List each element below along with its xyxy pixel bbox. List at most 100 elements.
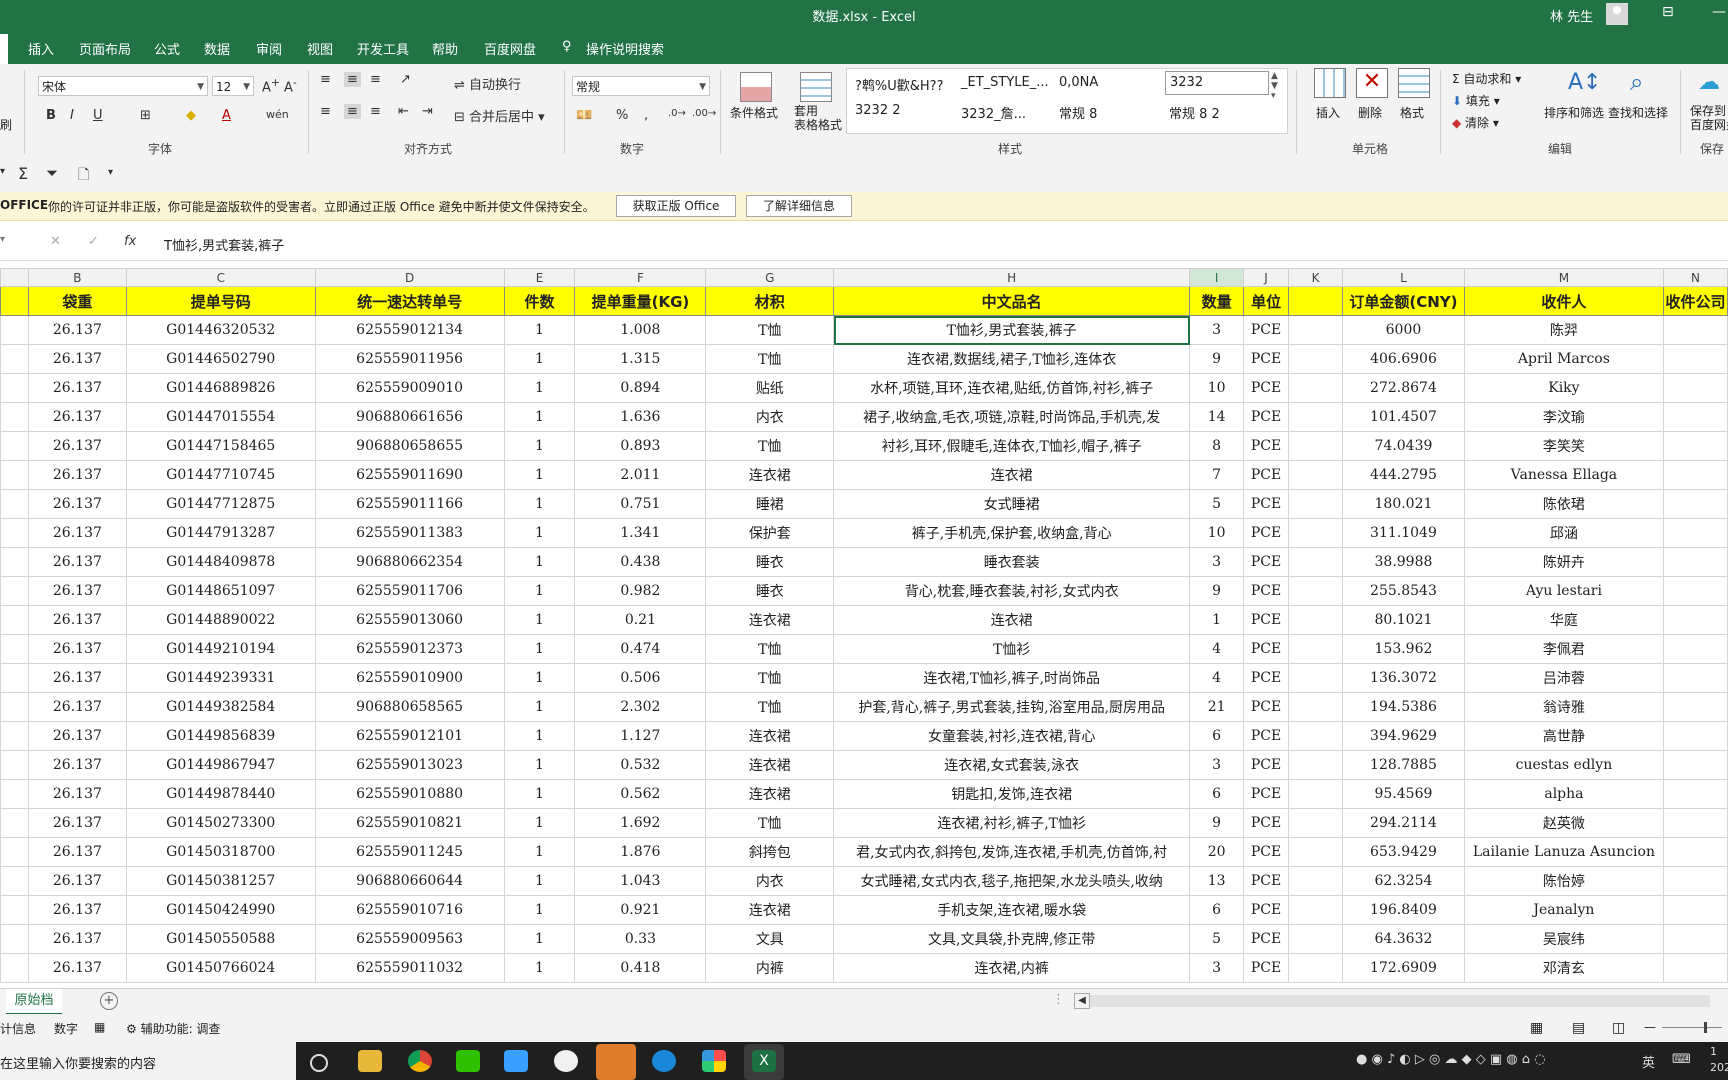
cell[interactable] <box>1288 315 1343 345</box>
cell[interactable]: PCE <box>1243 808 1290 838</box>
cell[interactable]: 1 <box>503 924 576 954</box>
cell[interactable]: G01449878440 <box>125 779 316 809</box>
cell[interactable]: 6 <box>1189 779 1245 809</box>
row-edge-cell[interactable] <box>0 547 29 577</box>
cell[interactable]: 1 <box>503 721 576 751</box>
autosum-button[interactable]: Σ 自动求和 ▾ <box>1452 70 1521 87</box>
cell[interactable]: G01449856839 <box>125 721 316 751</box>
cell[interactable]: PCE <box>1243 663 1290 693</box>
cell[interactable]: 连衣裙 <box>705 721 835 751</box>
orange-app-icon[interactable] <box>596 1044 636 1080</box>
cell[interactable] <box>1288 721 1343 751</box>
cell[interactable]: 1 <box>503 402 576 432</box>
cell[interactable]: 26.137 <box>27 460 127 490</box>
cell[interactable]: 625559010716 <box>314 895 505 925</box>
tray-icons[interactable]: ● ◉ ♪ ◐ ▷ ◎ ☁ ◆ ◇ ▣ ◍ ⌂ ◌ <box>1356 1052 1545 1067</box>
cell[interactable]: 连衣裙,内裤 <box>833 953 1191 983</box>
cell[interactable]: 38.9988 <box>1341 547 1465 577</box>
cell[interactable]: 95.4569 <box>1341 779 1465 809</box>
cell[interactable]: 吕沛蓉 <box>1463 663 1664 693</box>
column-header[interactable]: F <box>574 268 707 287</box>
cell[interactable]: 26.137 <box>27 518 127 548</box>
cell[interactable]: 内衣 <box>705 402 835 432</box>
cell[interactable] <box>1288 779 1343 809</box>
cell[interactable] <box>1288 663 1343 693</box>
font-name-select[interactable]: 宋体 ▼ <box>38 76 208 96</box>
row-edge-cell[interactable] <box>0 634 29 664</box>
cell[interactable]: G01446889826 <box>125 373 316 403</box>
column-header[interactable]: D <box>314 268 505 287</box>
cell[interactable]: 64.3632 <box>1341 924 1465 954</box>
spreadsheet-grid[interactable]: B C D E F G H I J K L M N 袋重 提单号码 统一速达转单号 件数 提单重量(KG) 材积 中文… <box>0 268 1728 988</box>
cell[interactable]: 26.137 <box>27 431 127 461</box>
task-view-icon[interactable] <box>310 1054 328 1072</box>
cell[interactable]: April Marcos <box>1463 344 1664 374</box>
cell[interactable]: PCE <box>1243 605 1290 635</box>
format-cells-label[interactable]: 格式 <box>1400 104 1424 121</box>
cell[interactable] <box>1288 576 1343 606</box>
cell[interactable] <box>1662 924 1728 954</box>
cell[interactable]: 3 <box>1189 953 1245 983</box>
row-edge-cell[interactable] <box>0 808 29 838</box>
horizontal-scrollbar[interactable] <box>1090 995 1710 1007</box>
macro-record-icon[interactable]: ▦ <box>94 1020 105 1034</box>
cell[interactable]: 1.008 <box>574 315 707 345</box>
cell[interactable]: G01446502790 <box>125 344 316 374</box>
get-genuine-button[interactable]: 获取正版 Office <box>616 195 736 217</box>
cell[interactable]: 26.137 <box>27 489 127 519</box>
wrap-text-button[interactable]: ⇌ 自动换行 <box>454 74 521 93</box>
cell[interactable]: 444.2795 <box>1341 460 1465 490</box>
cell[interactable]: 李笑笑 <box>1463 431 1664 461</box>
cell[interactable]: 贴纸 <box>705 373 835 403</box>
cell[interactable]: 625559011706 <box>314 576 505 606</box>
cell[interactable] <box>1288 692 1343 722</box>
header-cell[interactable]: 提单重量(KG) <box>574 286 707 316</box>
cell[interactable] <box>1662 576 1728 606</box>
increase-decimal-icon[interactable]: .0→ <box>668 108 686 119</box>
cell[interactable]: PCE <box>1243 692 1290 722</box>
row-edge-cell[interactable] <box>0 953 29 983</box>
cell[interactable]: 1 <box>503 750 576 780</box>
cell[interactable]: PCE <box>1243 489 1290 519</box>
cell[interactable] <box>1288 866 1343 896</box>
cell[interactable]: 华庭 <box>1463 605 1664 635</box>
page-break-view-icon[interactable]: ◫ <box>1612 1020 1625 1036</box>
cell[interactable]: 26.137 <box>27 808 127 838</box>
row-edge-cell[interactable] <box>0 402 29 432</box>
cell[interactable]: 6000 <box>1341 315 1465 345</box>
cell[interactable]: 高世静 <box>1463 721 1664 751</box>
cell[interactable]: T恤 <box>705 663 835 693</box>
qq-icon[interactable] <box>554 1050 578 1072</box>
cell[interactable]: PCE <box>1243 953 1290 983</box>
cell[interactable]: 406.6906 <box>1341 344 1465 374</box>
cell[interactable]: 连衣裙 <box>705 779 835 809</box>
cell[interactable] <box>1662 953 1728 983</box>
column-header[interactable]: K <box>1288 268 1343 287</box>
tab-home-edge[interactable] <box>0 34 8 64</box>
cell[interactable]: 26.137 <box>27 953 127 983</box>
file-explorer-icon[interactable] <box>358 1050 382 1072</box>
cell[interactable]: 26.137 <box>27 663 127 693</box>
tab-insert[interactable]: 插入 <box>28 39 54 58</box>
cell[interactable]: 连衣裙 <box>705 460 835 490</box>
cell[interactable]: 9 <box>1189 344 1245 374</box>
italic-button[interactable]: I <box>70 108 74 123</box>
style-item[interactable]: 3232 2 <box>855 103 901 118</box>
cell[interactable]: 1.127 <box>574 721 707 751</box>
row-edge-cell[interactable] <box>0 605 29 635</box>
cell[interactable]: 1.043 <box>574 866 707 896</box>
tab-help[interactable]: 帮助 <box>432 39 458 58</box>
row-edge-cell[interactable] <box>0 837 29 867</box>
cell[interactable]: 裙子,收纳盒,毛衣,项链,凉鞋,时尚饰品,手机壳,发 <box>833 402 1191 432</box>
column-header[interactable]: N <box>1662 268 1728 287</box>
cell[interactable]: 26.137 <box>27 924 127 954</box>
cell[interactable]: 1.341 <box>574 518 707 548</box>
normal-view-icon[interactable]: ▦ <box>1530 1020 1543 1036</box>
cell[interactable]: G01447158465 <box>125 431 316 461</box>
row-edge-cell[interactable] <box>0 344 29 374</box>
cell[interactable] <box>1662 402 1728 432</box>
cell[interactable]: G01446320532 <box>125 315 316 345</box>
cell[interactable]: 君,女式内衣,斜挎包,发饰,连衣裙,手机壳,仿首饰,衬 <box>833 837 1191 867</box>
cell[interactable]: G01450273300 <box>125 808 316 838</box>
cell[interactable] <box>1288 373 1343 403</box>
